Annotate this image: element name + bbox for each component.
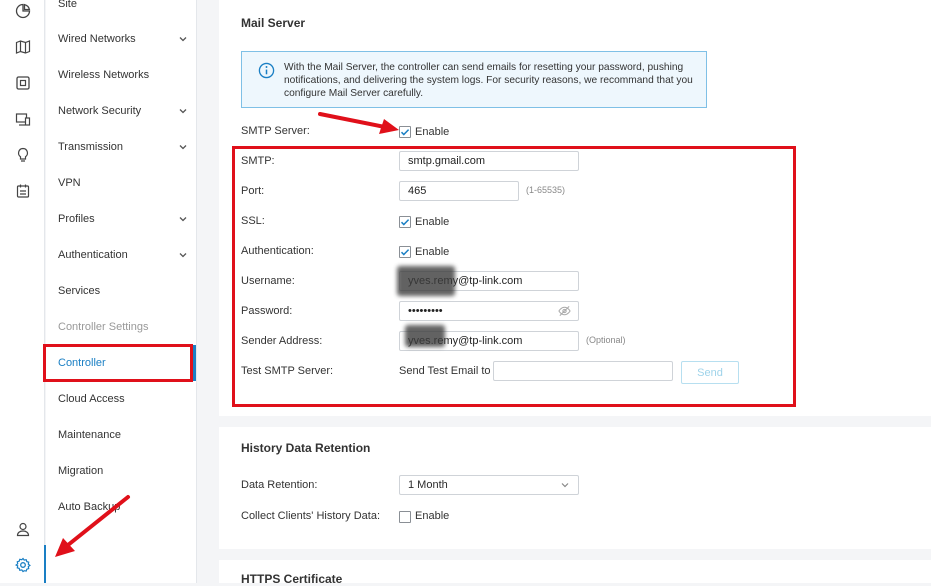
section-title: History Data Retention — [241, 441, 371, 455]
menu-item-migration[interactable]: Migration — [58, 461, 188, 481]
data-retention-value: 1 Month — [408, 479, 448, 491]
menu-item-label: Site — [58, 0, 77, 10]
collect-history-label: Collect Clients' History Data: — [241, 510, 381, 522]
menu-item-wired-networks[interactable]: Wired Networks — [58, 29, 188, 49]
section-title: Mail Server — [241, 16, 306, 30]
menu-item-vpn[interactable]: VPN — [58, 173, 188, 193]
menu-item-label: Network Security — [58, 105, 142, 117]
menu-item-label: Auto Backup — [58, 501, 121, 513]
menu-item-label: Services — [58, 285, 101, 297]
menu-item-label: Migration — [58, 465, 104, 477]
annotation-highlight-mail-fields — [232, 146, 796, 407]
map-icon[interactable] — [14, 38, 32, 56]
smtp-server-enable-checkbox[interactable] — [399, 126, 411, 138]
menu-item-label: Transmission — [58, 141, 123, 153]
icon-rail — [0, 0, 45, 583]
insights-icon[interactable] — [14, 146, 32, 164]
info-text: With the Mail Server, the controller can… — [284, 62, 693, 99]
section-title: HTTPS Certificate — [241, 572, 343, 586]
chevron-down-icon — [178, 250, 188, 260]
menu-item-site[interactable]: Site — [58, 0, 188, 14]
menu-item-profiles[interactable]: Profiles — [58, 209, 188, 229]
checkmark-icon — [400, 129, 410, 136]
menu-item-label: Profiles — [58, 213, 95, 225]
menu-item-transmission[interactable]: Transmission — [58, 137, 188, 157]
annotation-highlight-controller — [43, 344, 193, 382]
device-icon[interactable] — [14, 74, 32, 92]
menu-active-indicator — [193, 345, 196, 381]
info-icon — [258, 62, 275, 79]
enable-label: Enable — [415, 126, 450, 138]
devices-list-icon[interactable] — [14, 110, 32, 128]
data-retention-label: Data Retention: — [241, 479, 318, 491]
chevron-down-icon — [178, 34, 188, 44]
account-icon[interactable] — [14, 520, 32, 538]
enable-label: Enable — [415, 510, 450, 522]
menu-item-label: Wired Networks — [58, 33, 136, 45]
menu-item-cloud-access[interactable]: Cloud Access — [58, 389, 188, 409]
menu-header-controller-settings: Controller Settings — [58, 317, 188, 337]
dashboard-icon[interactable] — [14, 2, 32, 20]
menu-item-authentication[interactable]: Authentication — [58, 245, 188, 265]
chevron-down-icon — [178, 142, 188, 152]
smtp-server-label: SMTP Server: — [241, 125, 310, 137]
menu-item-auto-backup[interactable]: Auto Backup — [58, 497, 188, 517]
data-retention-select[interactable]: 1 Month — [399, 475, 579, 495]
log-icon[interactable] — [14, 182, 32, 200]
chevron-down-icon — [561, 483, 569, 488]
menu-item-label: Maintenance — [58, 429, 121, 441]
menu-item-network-security[interactable]: Network Security — [58, 101, 188, 121]
menu-item-label: VPN — [58, 177, 81, 189]
info-box: With the Mail Server, the controller can… — [241, 51, 707, 108]
settings-menu: Site Wired Networks Wireless Networks Ne… — [46, 0, 197, 583]
menu-item-label: Wireless Networks — [58, 69, 150, 81]
menu-item-maintenance[interactable]: Maintenance — [58, 425, 188, 445]
menu-item-label: Cloud Access — [58, 393, 125, 405]
settings-icon[interactable] — [14, 556, 32, 574]
menu-item-wireless-networks[interactable]: Wireless Networks — [58, 65, 188, 85]
chevron-down-icon — [178, 106, 188, 116]
history-retention-panel: History Data Retention Data Retention: 1… — [219, 427, 931, 549]
menu-header-label: Controller Settings — [58, 321, 149, 333]
collect-history-checkbox[interactable] — [399, 511, 411, 523]
menu-item-label: Authentication — [58, 249, 128, 261]
chevron-down-icon — [178, 214, 188, 224]
menu-item-services[interactable]: Services — [58, 281, 188, 301]
https-certificate-panel: HTTPS Certificate — [219, 560, 931, 586]
